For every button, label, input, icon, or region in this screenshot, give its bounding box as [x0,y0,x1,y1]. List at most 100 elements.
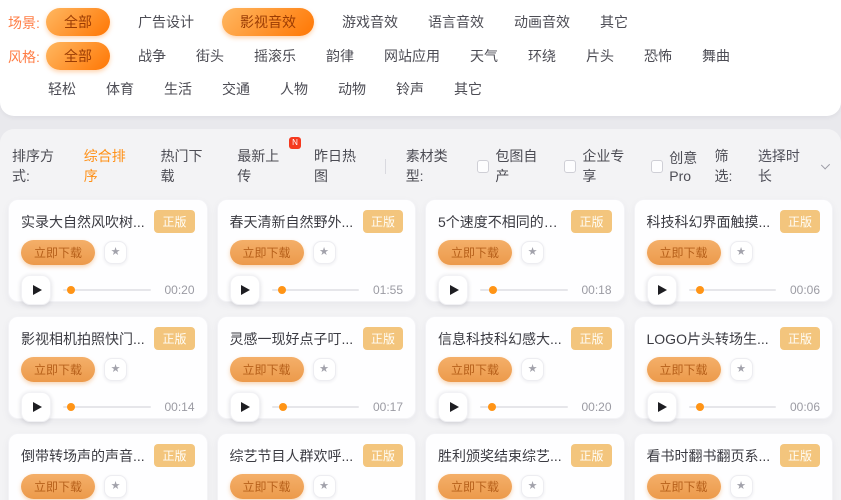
checkbox-icon[interactable] [651,160,663,173]
style-filter-chip[interactable]: 其它 [452,75,484,103]
sort-option[interactable]: 昨日热图 [314,146,365,186]
sort-option[interactable]: 最新上传 N [237,146,288,186]
download-button[interactable]: 立即下载 [21,357,95,382]
audio-title[interactable]: 灵感一现好点子叮... [230,329,354,349]
checkbox-icon[interactable] [477,160,489,173]
audio-title[interactable]: 春天清新自然野外... [230,212,354,232]
progress-handle[interactable] [67,286,75,294]
material-option[interactable]: 创意Pro [651,148,714,184]
progress-track[interactable] [63,406,151,408]
favorite-button[interactable]: ★ [104,358,127,381]
style-filter-chip[interactable]: 舞曲 [700,42,732,70]
style-filter-chip[interactable]: 生活 [162,75,194,103]
style-filter-chip[interactable]: 铃声 [394,75,426,103]
style-filter-chip[interactable]: 街头 [194,42,226,70]
sort-option-label: 综合排序 [84,148,126,184]
play-button[interactable] [230,275,260,305]
audio-title[interactable]: 5个速度不相同的字... [438,212,568,232]
material-option[interactable]: 企业专享 [564,146,633,186]
progress-handle[interactable] [488,403,496,411]
play-button[interactable] [230,392,260,422]
audio-title[interactable]: 胜利颁奖结束综艺... [438,446,562,466]
progress-handle[interactable] [278,286,286,294]
scene-filter-chip[interactable]: 影视音效 [222,8,314,36]
material-type-label: 素材类型: [406,146,462,186]
download-button[interactable]: 立即下载 [438,240,512,265]
audio-title[interactable]: 科技科幻界面触摸... [647,212,771,232]
audio-title[interactable]: 实录大自然风吹树... [21,212,145,232]
progress-track[interactable] [63,289,151,291]
scene-filter-chip[interactable]: 动画音效 [512,8,572,36]
progress-track[interactable] [272,406,360,408]
download-button[interactable]: 立即下载 [230,240,304,265]
play-button[interactable] [647,392,677,422]
progress-track[interactable] [480,289,568,291]
download-button[interactable]: 立即下载 [21,240,95,265]
license-badge: 正版 [154,444,194,467]
progress-handle[interactable] [67,403,75,411]
download-button[interactable]: 立即下载 [438,474,512,499]
play-button[interactable] [21,275,51,305]
favorite-button[interactable]: ★ [104,241,127,264]
style-filter-chip[interactable]: 天气 [468,42,500,70]
audio-title[interactable]: 综艺节目人群欢呼... [230,446,354,466]
play-button[interactable] [438,392,468,422]
favorite-button[interactable]: ★ [521,475,544,498]
progress-track[interactable] [689,289,777,291]
scene-filter-chip[interactable]: 全部 [46,8,110,36]
scene-filter-chip[interactable]: 游戏音效 [340,8,400,36]
favorite-button[interactable]: ★ [521,358,544,381]
download-button[interactable]: 立即下载 [21,474,95,499]
style-filter-chip[interactable]: 恐怖 [642,42,674,70]
progress-track[interactable] [689,406,777,408]
style-filter-chip[interactable]: 战争 [136,42,168,70]
style-filter-chip[interactable]: 网站应用 [382,42,442,70]
download-button[interactable]: 立即下载 [647,474,721,499]
progress-handle[interactable] [696,403,704,411]
audio-title[interactable]: 看书时翻书翻页系... [647,446,771,466]
download-button[interactable]: 立即下载 [230,474,304,499]
favorite-button[interactable]: ★ [313,358,336,381]
audio-title[interactable]: 影视相机拍照快门... [21,329,145,349]
style-filter-chip[interactable]: 环绕 [526,42,558,70]
scene-filter-chip[interactable]: 其它 [598,8,630,36]
favorite-button[interactable]: ★ [313,475,336,498]
material-option[interactable]: 包图自产 [477,146,546,186]
progress-handle[interactable] [279,403,287,411]
progress-track[interactable] [480,406,568,408]
checkbox-icon[interactable] [564,160,576,173]
progress-handle[interactable] [696,286,704,294]
favorite-button[interactable]: ★ [104,475,127,498]
favorite-button[interactable]: ★ [730,241,753,264]
progress-handle[interactable] [489,286,497,294]
style-filter-chip[interactable]: 全部 [46,42,110,70]
play-button[interactable] [647,275,677,305]
scene-filter-chip[interactable]: 广告设计 [136,8,196,36]
style-filter-chip[interactable]: 片头 [584,42,616,70]
favorite-button[interactable]: ★ [521,241,544,264]
scene-filter-chip[interactable]: 语言音效 [426,8,486,36]
audio-title[interactable]: 信息科技科幻感大... [438,329,562,349]
audio-title[interactable]: 倒带转场声的声音... [21,446,145,466]
favorite-button[interactable]: ★ [730,475,753,498]
sort-option[interactable]: 热门下载 [160,146,211,186]
style-filter-chip[interactable]: 动物 [336,75,368,103]
favorite-button[interactable]: ★ [313,241,336,264]
download-button[interactable]: 立即下载 [438,357,512,382]
style-filter-chip[interactable]: 轻松 [46,75,78,103]
play-button[interactable] [21,392,51,422]
favorite-button[interactable]: ★ [730,358,753,381]
progress-track[interactable] [272,289,360,291]
style-filter-chip[interactable]: 体育 [104,75,136,103]
style-filter-chip[interactable]: 韵律 [324,42,356,70]
duration-dropdown[interactable]: 选择时长 [758,146,827,186]
style-filter-chip[interactable]: 摇滚乐 [252,42,298,70]
audio-title[interactable]: LOGO片头转场生... [647,329,769,349]
style-filter-chip[interactable]: 交通 [220,75,252,103]
download-button[interactable]: 立即下载 [647,240,721,265]
download-button[interactable]: 立即下载 [647,357,721,382]
play-button[interactable] [438,275,468,305]
download-button[interactable]: 立即下载 [230,357,304,382]
sort-option[interactable]: 综合排序 [84,146,135,186]
style-filter-chip[interactable]: 人物 [278,75,310,103]
